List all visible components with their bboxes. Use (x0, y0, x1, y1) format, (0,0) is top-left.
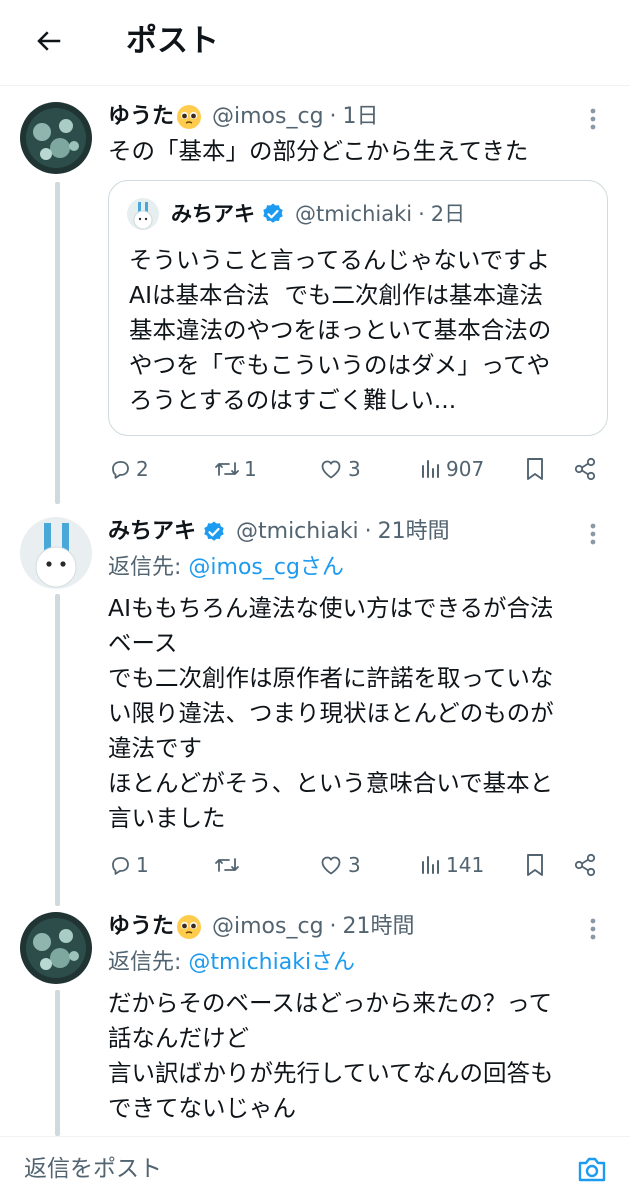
views-bar-chart-icon (422, 460, 439, 478)
timestamp[interactable]: 21時間 (378, 517, 450, 547)
views-button[interactable]: 141 (420, 847, 484, 883)
timestamp[interactable]: 1日 (343, 102, 379, 132)
handle: @tmichiaki (295, 202, 413, 226)
camera-button[interactable] (574, 1151, 610, 1187)
repost-button[interactable] (214, 847, 244, 883)
display-name[interactable]: ゆうた (108, 912, 174, 942)
tweet-text: だからそのベースはどっから来たの？って 話なんだけど 言い訳ばかりが先行していて… (108, 989, 554, 1122)
more-vertical-icon (590, 523, 596, 545)
handle[interactable]: @imos_cg (212, 912, 324, 942)
bookmark-icon (527, 854, 543, 876)
tweet-actions: 1 3 141 (108, 847, 608, 883)
repost-icon (215, 858, 239, 872)
timestamp[interactable]: 21時間 (343, 912, 415, 942)
avatar (127, 198, 159, 230)
camera-icon (578, 1157, 606, 1182)
replying-to-prefix: 返信先: (108, 950, 189, 975)
reply-count: 1 (136, 853, 149, 877)
replying-to-prefix: 返信先: (108, 555, 189, 580)
arrow-left-icon (37, 31, 61, 51)
avatar[interactable] (20, 102, 92, 174)
tweet[interactable]: みちアキ @tmichiaki · 21時間 返信先: @imos_cgさん A… (0, 515, 630, 895)
reply-button[interactable]: 1 (108, 847, 149, 883)
pleading-face-emoji-icon (177, 105, 202, 129)
share-button[interactable] (572, 451, 598, 487)
replying-to: 返信先: @imos_cgさん (108, 553, 344, 583)
bookmark-icon (527, 458, 543, 480)
tweet[interactable]: ゆうた @imos_cg · 21時間 返信先: @tmichiakiさん だか… (0, 910, 630, 1136)
page-title: ポスト (126, 23, 219, 59)
share-icon (574, 457, 596, 481)
avatar[interactable] (20, 912, 92, 984)
avatar[interactable] (20, 517, 92, 589)
handle[interactable]: @tmichiaki (236, 517, 359, 547)
tweet-text: AIももちろん違法な使い方はできるが合法 ベース でも二次創作は原作者に許諾を取… (108, 594, 554, 832)
handle[interactable]: @imos_cg (212, 102, 324, 132)
display-name[interactable]: みちアキ (108, 517, 196, 547)
view-count: 907 (446, 457, 485, 481)
repost-icon (215, 462, 239, 476)
reply-mention-link[interactable]: @tmichiakiさん (188, 950, 355, 975)
bookmark-button[interactable] (524, 847, 546, 883)
repost-button[interactable]: 1 (214, 451, 257, 487)
separator-dot: · (329, 104, 337, 129)
reply-button[interactable]: 2 (108, 451, 149, 487)
timestamp: 2日 (430, 202, 466, 226)
like-count: 3 (348, 853, 361, 877)
like-count: 3 (348, 457, 361, 481)
display-name[interactable]: ゆうた (108, 102, 174, 132)
share-button[interactable] (572, 847, 598, 883)
views-bar-chart-icon (422, 856, 439, 874)
reply-icon (112, 461, 129, 479)
tweet-text: その「基本」の部分どこから生えてきた (108, 137, 529, 165)
more-vertical-icon (590, 918, 596, 940)
more-options-button[interactable] (578, 519, 608, 549)
reply-input[interactable]: 返信をポスト (24, 1153, 162, 1185)
back-button[interactable] (24, 18, 74, 64)
replying-to: 返信先: @tmichiakiさん (108, 948, 355, 978)
top-bar: ポスト (0, 0, 630, 86)
like-button[interactable]: 3 (318, 451, 361, 487)
separator-dot: · (364, 519, 372, 544)
tweet[interactable]: ゆうた @imos_cg · 1日 その「基本」の部分どこから生えてきた みちア… (0, 100, 630, 500)
reply-icon (112, 857, 129, 875)
verified-badge-icon (263, 203, 283, 223)
repost-count: 1 (244, 457, 257, 481)
more-options-button[interactable] (578, 104, 608, 134)
view-count: 141 (446, 853, 485, 877)
heart-icon (321, 856, 341, 875)
like-button[interactable]: 3 (318, 847, 361, 883)
more-options-button[interactable] (578, 914, 608, 944)
more-vertical-icon (590, 108, 596, 130)
tweet-actions: 2 1 3 907 (108, 451, 608, 487)
pleading-face-emoji-icon (177, 915, 202, 939)
display-name: みちアキ (171, 202, 255, 226)
share-icon (574, 853, 596, 877)
reply-composer-bar: 返信をポスト (0, 1136, 630, 1200)
views-button[interactable]: 907 (420, 451, 484, 487)
reply-mention-link[interactable]: @imos_cgさん (188, 555, 344, 580)
bookmark-button[interactable] (524, 451, 546, 487)
separator-dot: · (329, 914, 337, 939)
verified-badge-icon (204, 521, 224, 541)
heart-icon (321, 460, 341, 479)
quoted-tweet[interactable]: みちアキ @tmichiaki · 2日 そういうこと言ってるんじゃないですよ … (108, 180, 608, 436)
quoted-tweet-text: そういうこと言ってるんじゃないですよ AIは基本合法 でも二次創作は基本違法 基… (129, 246, 552, 414)
reply-count: 2 (136, 457, 149, 481)
separator-dot: · (418, 202, 425, 226)
